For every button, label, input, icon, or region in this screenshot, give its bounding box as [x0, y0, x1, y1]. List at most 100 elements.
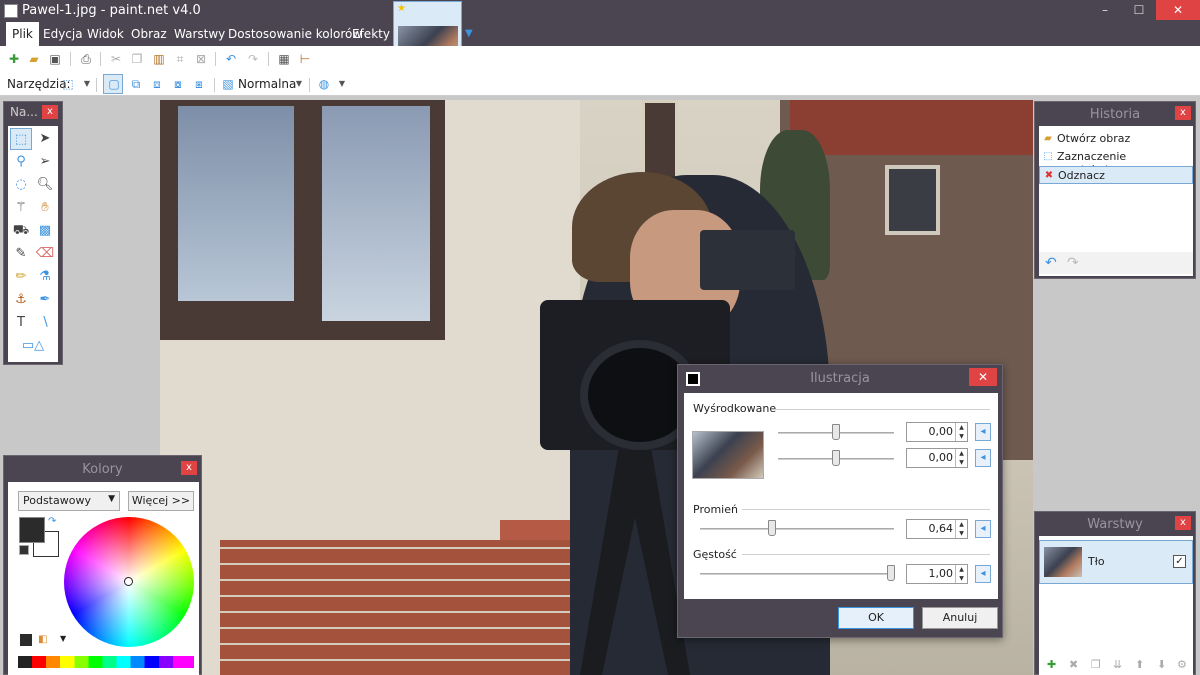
menu-widok[interactable]: Widok	[87, 27, 124, 41]
density-slider-track[interactable]	[700, 573, 894, 575]
radius-spinner[interactable]: ▲ ▼	[955, 520, 967, 538]
more-colors-button[interactable]: Więcej >>	[128, 491, 194, 511]
center-y-slider-thumb[interactable]	[832, 450, 840, 466]
layers-panel-close-button[interactable]: x	[1175, 516, 1191, 530]
minimize-button[interactable]: –	[1088, 0, 1122, 20]
history-panel-header[interactable]: Historia x	[1035, 102, 1195, 126]
undo-icon[interactable]: ↶	[223, 51, 239, 67]
lasso-tool-icon[interactable]: ⚲	[10, 151, 32, 173]
add-to-palette-icon[interactable]	[20, 634, 32, 646]
move-layer-up-icon[interactable]: ⬆	[1135, 658, 1144, 671]
center-y-spinner[interactable]: ▲ ▼	[955, 449, 967, 467]
current-tool-icon[interactable]: ⬚	[60, 76, 76, 92]
dialog-close-button[interactable]: ✕	[969, 368, 997, 386]
layer-row[interactable]: Tło ✓	[1039, 540, 1193, 584]
history-redo-icon[interactable]: ↷	[1067, 255, 1079, 271]
paste-icon[interactable]: ▥	[151, 51, 167, 67]
move-selected-tool-icon[interactable]: ➤	[34, 128, 56, 150]
ok-button[interactable]: OK	[838, 607, 914, 629]
duplicate-layer-icon[interactable]: ❐	[1091, 658, 1101, 671]
radius-slider-track[interactable]	[700, 528, 894, 530]
line-curve-tool-icon[interactable]: ∖	[34, 312, 56, 334]
menu-warstwy[interactable]: Warstwy	[174, 27, 225, 41]
invert-mode-icon[interactable]: ⧆	[191, 76, 207, 92]
clone-stamp-tool-icon[interactable]: ⚓	[10, 289, 32, 311]
move-layer-down-icon[interactable]: ⬇	[1157, 658, 1166, 671]
center-preview-image[interactable]	[692, 431, 764, 479]
menu-efekty[interactable]: Efekty	[352, 27, 390, 41]
center-x-reset-icon[interactable]: ◂	[975, 423, 991, 441]
intersect-mode-icon[interactable]: ⧇	[170, 76, 186, 92]
exclude-mode-icon[interactable]: ⧈	[149, 76, 165, 92]
palette-dropdown-icon[interactable]: ▼	[60, 634, 72, 646]
cancel-button[interactable]: Anuluj	[922, 607, 998, 629]
history-undo-icon[interactable]: ↶	[1045, 255, 1057, 271]
ellipse-select-tool-icon[interactable]: ◌	[10, 174, 32, 196]
text-tool-icon[interactable]: T	[10, 312, 32, 334]
palette-select[interactable]: Podstawowy ▼	[18, 491, 120, 511]
color-palette-strip[interactable]	[18, 656, 194, 668]
save-icon[interactable]: ▣	[47, 51, 63, 67]
center-x-input[interactable]: 0,00 ▲ ▼	[906, 422, 968, 442]
eraser-tool-icon[interactable]: ⌫	[34, 243, 56, 265]
paintbrush-tool-icon[interactable]: ✎	[10, 243, 32, 265]
density-reset-icon[interactable]: ◂	[975, 565, 991, 583]
move-selection-tool-icon[interactable]: ➢	[34, 151, 56, 173]
zoom-tool-icon[interactable]: 🔍︎	[34, 174, 56, 196]
primary-color-swatch[interactable]	[19, 517, 45, 543]
radius-slider-thumb[interactable]	[768, 520, 776, 536]
history-item[interactable]: ▰ Otwórz obraz	[1039, 130, 1193, 148]
image-list-dropdown-icon[interactable]: ▼	[465, 28, 473, 39]
color-picker-tool-icon[interactable]: ⚗	[34, 266, 56, 288]
crop-icon[interactable]: ⌗	[172, 51, 188, 67]
density-spinner[interactable]: ▲ ▼	[955, 565, 967, 583]
history-panel-close-button[interactable]: x	[1175, 106, 1191, 120]
open-icon[interactable]: ▰	[26, 51, 42, 67]
history-item[interactable]: ⬚ Zaznaczenie prostokątne	[1039, 148, 1193, 176]
layer-visibility-checkbox[interactable]: ✓	[1173, 555, 1186, 568]
recolor-tool-icon[interactable]: ✒	[34, 289, 56, 311]
tools-panel-header[interactable]: Na... x	[4, 102, 62, 124]
radius-input[interactable]: 0,64 ▲ ▼	[906, 519, 968, 539]
menu-edycja[interactable]: Edycja	[43, 27, 83, 41]
palette-menu-icon[interactable]: ◧	[38, 634, 50, 646]
tools-panel-close-button[interactable]: x	[42, 105, 58, 119]
swap-colors-icon[interactable]: ↷	[48, 516, 56, 527]
density-slider-thumb[interactable]	[887, 565, 895, 581]
center-x-slider-thumb[interactable]	[832, 424, 840, 440]
blend-mode-select[interactable]: Normalna	[238, 77, 296, 91]
pencil-tool-icon[interactable]: ✏	[10, 266, 32, 288]
copy-icon[interactable]: ❐	[129, 51, 145, 67]
delete-layer-icon[interactable]: ✖	[1069, 658, 1078, 671]
center-x-spinner[interactable]: ▲ ▼	[955, 423, 967, 441]
redo-icon[interactable]: ↷	[245, 51, 261, 67]
shapes-tool-icon[interactable]: ▭△	[10, 335, 56, 357]
pan-tool-icon[interactable]: ✋︎	[34, 197, 56, 219]
merge-layer-icon[interactable]: ⇊	[1113, 658, 1122, 671]
reset-colors-icon[interactable]	[19, 545, 29, 555]
print-icon[interactable]: ⎙	[78, 51, 94, 67]
center-y-input[interactable]: 0,00 ▲ ▼	[906, 448, 968, 468]
paint-bucket-tool-icon[interactable]: ⛟	[10, 220, 32, 242]
cut-icon[interactable]: ✂	[108, 51, 124, 67]
menu-obraz[interactable]: Obraz	[131, 27, 167, 41]
dialog-header[interactable]: Ilustracja ✕	[678, 365, 1002, 391]
history-item[interactable]: ✖ Odznacz	[1039, 166, 1193, 184]
radius-reset-icon[interactable]: ◂	[975, 520, 991, 538]
union-mode-icon[interactable]: ⧉	[128, 76, 144, 92]
deselect-icon[interactable]: ⊠	[193, 51, 209, 67]
grid-icon[interactable]: ▦	[276, 51, 292, 67]
gradient-tool-icon[interactable]: ▩	[34, 220, 56, 242]
close-window-button[interactable]: ✕	[1156, 0, 1200, 20]
ruler-icon[interactable]: ⊢	[297, 51, 313, 67]
center-y-reset-icon[interactable]: ◂	[975, 449, 991, 467]
antialias-dropdown-icon[interactable]: ▼	[334, 76, 350, 92]
layers-panel-header[interactable]: Warstwy x	[1035, 512, 1195, 536]
selection-quality-icon[interactable]: ▧	[220, 76, 236, 92]
colors-panel-close-button[interactable]: x	[181, 461, 197, 475]
new-icon[interactable]: ✚	[6, 51, 22, 67]
add-layer-icon[interactable]: ✚	[1047, 658, 1056, 671]
layer-properties-icon[interactable]: ⚙	[1177, 658, 1187, 671]
menu-plik[interactable]: Plik	[6, 22, 39, 46]
tool-dropdown-icon[interactable]: ▼	[79, 76, 95, 92]
